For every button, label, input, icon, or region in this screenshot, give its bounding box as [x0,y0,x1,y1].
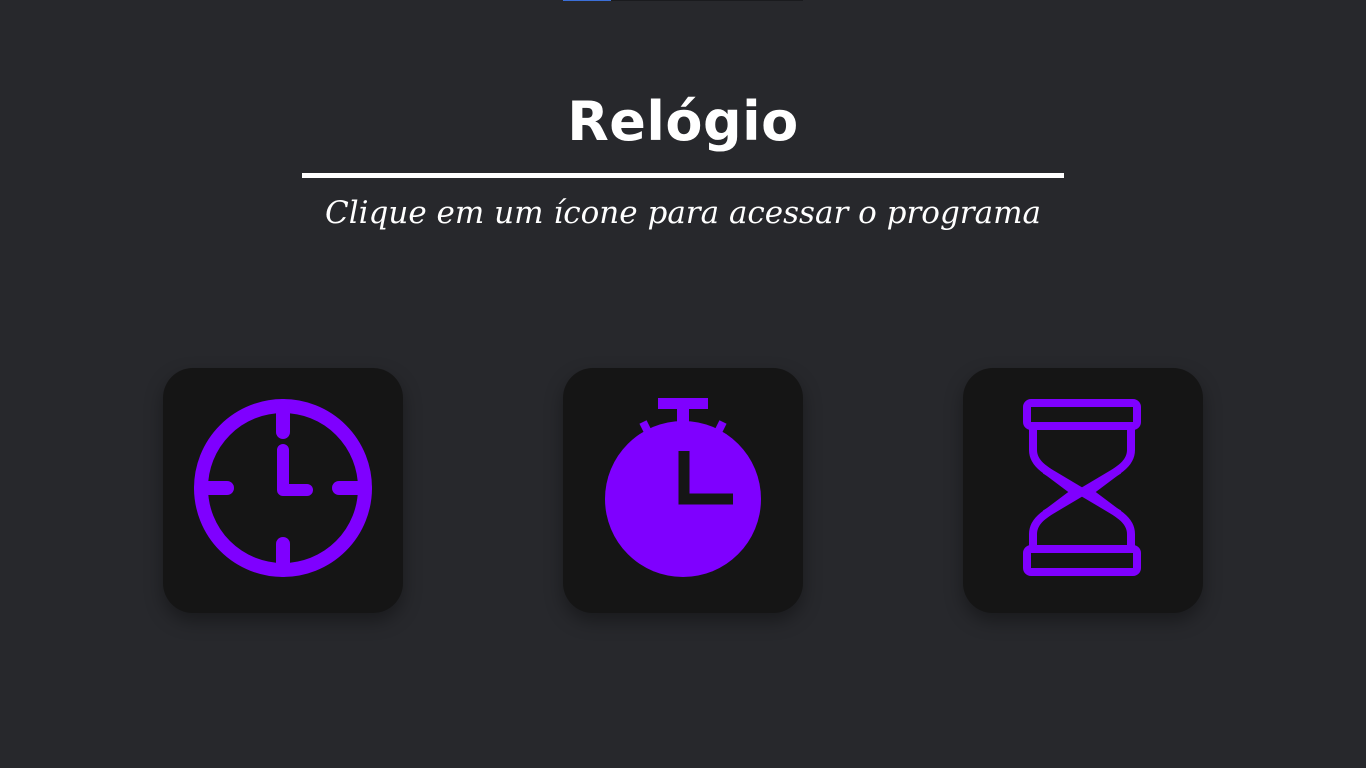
top-scroll-indicator-thumb [563,0,611,1]
clock-icon [194,399,372,577]
page-header: Relógio [0,84,1366,160]
hourglass-icon [1023,399,1141,576]
stopwatch-app-button[interactable] [563,368,803,613]
title-divider [302,173,1064,178]
top-scroll-indicator [563,0,803,1]
page-title: Relógio [567,90,799,153]
timer-app-button[interactable] [963,368,1203,613]
page-subtitle: Clique em um ícone para acessar o progra… [325,195,1041,231]
stopwatch-icon [605,398,761,577]
clock-app-button[interactable] [163,368,403,613]
